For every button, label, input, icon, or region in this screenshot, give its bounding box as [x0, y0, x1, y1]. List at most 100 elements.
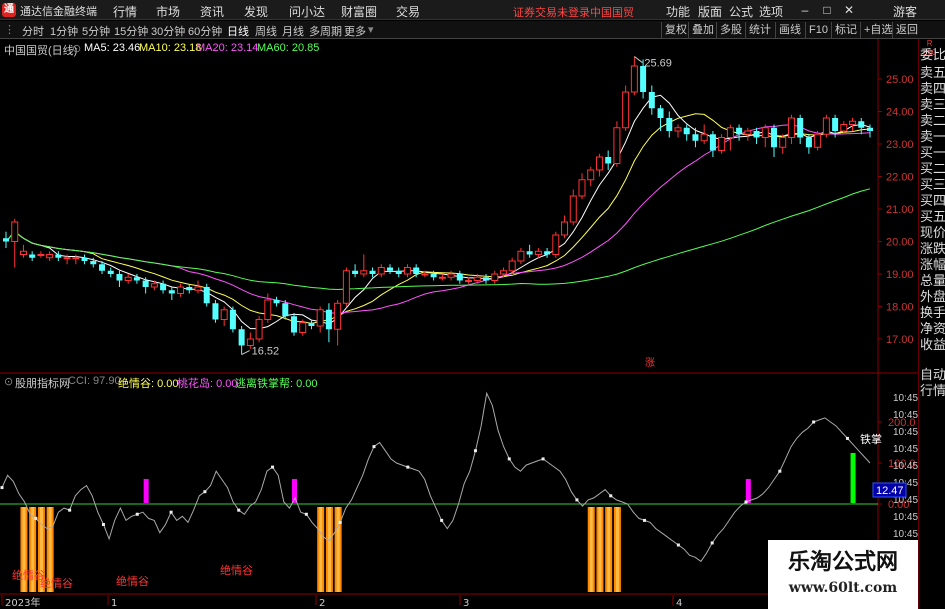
ma60-line — [5, 188, 871, 291]
quote-field-9[interactable]: 买四 — [920, 193, 945, 208]
maximize-icon[interactable]: □ — [818, 2, 836, 18]
candle-body — [264, 299, 272, 320]
candle-body — [342, 270, 350, 304]
btn-overlay[interactable]: 叠加 — [688, 22, 717, 38]
candle — [595, 153, 603, 177]
quote-field-17[interactable]: 净资 — [920, 321, 945, 336]
quote-field-20[interactable]: 行情 — [920, 383, 945, 398]
quote-field-15[interactable]: 外盘 — [920, 289, 945, 304]
candle-body — [683, 127, 690, 135]
candle — [360, 254, 368, 278]
period-5min[interactable]: 5分钟 — [82, 23, 110, 39]
candle-body — [55, 254, 62, 258]
quote-field-0[interactable]: 委比 — [920, 47, 945, 62]
date-tick-label: 2023年 — [5, 596, 40, 609]
app-logo-icon: 通 — [2, 3, 16, 17]
taohuadao-label: 桃花岛: 0.00 — [177, 378, 238, 390]
candle — [674, 124, 682, 138]
quote-field-4[interactable]: 卖二 — [920, 113, 945, 128]
candle-body — [107, 270, 114, 274]
period-15min[interactable]: 15分钟 — [114, 23, 148, 39]
menu-layout[interactable]: 版面 — [698, 3, 722, 20]
quote-field-7[interactable]: 买二 — [920, 161, 945, 176]
quote-field-6[interactable]: 买一 — [920, 145, 945, 160]
menu-quotes[interactable]: 行情 — [113, 3, 137, 20]
menu-market[interactable]: 市场 — [156, 3, 180, 20]
btn-mark[interactable]: 标记 — [831, 22, 860, 38]
quote-field-12[interactable]: 涨跌 — [920, 241, 945, 256]
jueqinggu-text: 绝情谷 — [40, 576, 73, 590]
period-multi[interactable]: 多周期 — [309, 23, 342, 39]
candle-body — [299, 322, 307, 333]
btn-add-watchlist[interactable]: +自选 — [860, 22, 895, 38]
price-tick-label: 19.00 — [886, 269, 914, 281]
candle-body — [840, 124, 848, 132]
watermark: 乐淘公式网 www.60lt.com — [768, 540, 918, 609]
menu-options[interactable]: 选项 — [759, 3, 783, 20]
ma20-label: MA20: 23.14 — [196, 42, 259, 54]
jueqinggu-bar-highlight — [319, 507, 323, 592]
btn-statistics[interactable]: 统计 — [745, 22, 774, 38]
candle-body — [160, 283, 167, 291]
period-monthly[interactable]: 月线 — [282, 23, 304, 39]
menu-news[interactable]: 资讯 — [200, 3, 224, 20]
candle — [107, 267, 114, 278]
quote-field-8[interactable]: 买三 — [920, 177, 945, 192]
quote-field-19[interactable]: 自动 — [920, 367, 945, 382]
cci-dot — [778, 469, 782, 473]
period-timeshare[interactable]: 分时 — [22, 23, 44, 39]
quote-field-13[interactable]: 涨幅 — [920, 257, 945, 272]
watermark-url: www.60lt.com — [788, 580, 898, 596]
menu-wealth-circle[interactable]: 财富圈 — [341, 3, 377, 20]
btn-restore-rights[interactable]: 复权 — [661, 22, 690, 38]
close-icon[interactable]: ✕ — [840, 2, 858, 18]
candle-body — [282, 303, 289, 317]
quote-field-5[interactable]: 卖一 — [920, 129, 945, 144]
minimize-icon[interactable]: – — [796, 2, 814, 18]
candle-body — [587, 169, 595, 181]
quote-field-3[interactable]: 卖三 — [920, 97, 945, 112]
guest-user[interactable]: 游客 — [893, 3, 917, 20]
btn-f10[interactable]: F10 — [805, 22, 831, 38]
period-daily[interactable]: 日线 — [227, 23, 249, 39]
period-more[interactable]: 更多 — [344, 23, 366, 39]
candle-body — [334, 302, 342, 330]
btn-back[interactable]: 返回 — [892, 22, 921, 38]
period-60min[interactable]: 60分钟 — [188, 23, 222, 39]
candle-body — [805, 137, 812, 148]
quote-field-14[interactable]: 总量 — [920, 273, 945, 288]
candle-body — [787, 117, 795, 138]
candle — [718, 134, 726, 154]
period-weekly[interactable]: 周线 — [255, 23, 277, 39]
btn-multi-stock[interactable]: 多股 — [716, 22, 745, 38]
cci-dot — [643, 518, 647, 522]
candle — [761, 124, 769, 148]
login-status[interactable]: 证券交易未登录 — [513, 4, 590, 20]
more-dropdown-icon[interactable]: ▾ — [368, 23, 374, 36]
btn-draw-line[interactable]: 画线 — [775, 22, 804, 38]
quote-field-11[interactable]: 现价 — [920, 225, 945, 240]
candle-body — [517, 250, 525, 262]
menu-ask-xiaoda[interactable]: 问小达 — [289, 3, 325, 20]
quote-field-18[interactable]: 收益 — [920, 337, 945, 352]
menu-trade[interactable]: 交易 — [396, 3, 420, 20]
candle — [744, 127, 752, 141]
menu-function[interactable]: 功能 — [666, 3, 690, 20]
quote-field-10[interactable]: 买五 — [920, 209, 945, 224]
quote-field-1[interactable]: 卖五 — [920, 65, 945, 80]
period-1min[interactable]: 1分钟 — [50, 23, 78, 39]
indicator-name[interactable]: 股朋指标网 — [15, 375, 70, 391]
candle — [657, 105, 664, 131]
menu-discover[interactable]: 发现 — [244, 3, 268, 20]
candle — [561, 215, 569, 239]
candle-body — [11, 221, 19, 242]
kline-chart[interactable]: 绝情谷绝情谷 绝情谷绝情谷 25.0024.0023.0022.0021.0020… — [0, 39, 918, 609]
time-tick-label: 10:45 — [893, 444, 918, 455]
quote-field-2[interactable]: 卖四 — [920, 81, 945, 96]
tiezhang-label: 铁掌 — [860, 432, 882, 446]
period-30min[interactable]: 30分钟 — [151, 23, 185, 39]
collapse-icon[interactable]: ⊙ — [72, 42, 81, 55]
quote-field-16[interactable]: 换手 — [920, 305, 945, 320]
indicator-collapse-icon[interactable]: ⊙ — [4, 375, 13, 388]
menu-formula[interactable]: 公式 — [729, 3, 753, 20]
